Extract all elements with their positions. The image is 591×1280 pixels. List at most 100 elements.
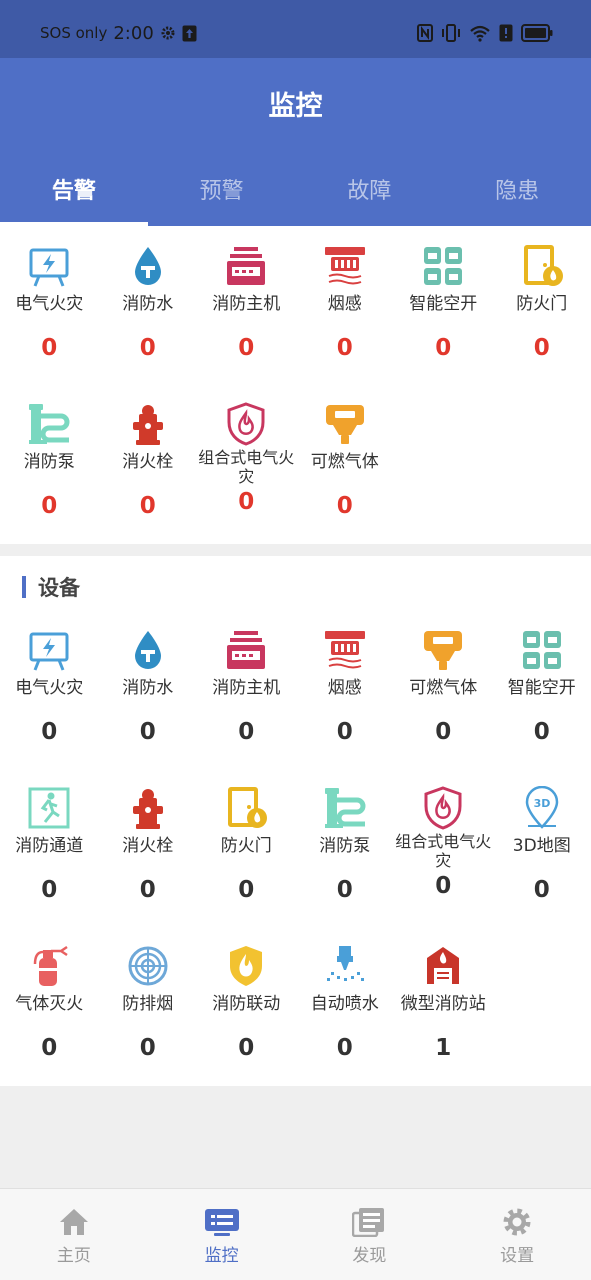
item-label: 电气火灾 xyxy=(15,678,84,698)
nav-home[interactable]: 主页 xyxy=(0,1189,148,1280)
smart-switch-icon xyxy=(520,628,564,672)
item-label: 组合式电气火灾 xyxy=(198,448,295,486)
device_items-item[interactable]: 防排烟 0 xyxy=(99,944,198,1062)
item-count: 0 xyxy=(336,719,353,745)
item-label: 消防主机 xyxy=(212,678,281,698)
hydrant-icon xyxy=(126,402,170,446)
status-bar: SOS only 2:00 xyxy=(0,0,591,58)
smart-switch-icon xyxy=(421,244,465,288)
alert-icon xyxy=(499,24,513,42)
alarm_items-item[interactable]: 消防主机 0 xyxy=(197,244,296,362)
device_items-item[interactable]: 3D 3D地图 0 xyxy=(493,785,591,904)
fire-door-icon xyxy=(224,786,268,830)
item-label: 消防水 xyxy=(122,678,174,698)
monitor-tabs: 告警 预警 故障 隐患 xyxy=(0,146,591,226)
alarm_items-item[interactable]: 消防泵 0 xyxy=(0,402,99,520)
alarm_items-item[interactable]: 防火门 0 xyxy=(493,244,591,362)
monitor-icon xyxy=(204,1209,239,1236)
item-label: 消防通道 xyxy=(15,836,84,856)
upload-icon xyxy=(182,25,197,41)
device-section-title: 设备 xyxy=(38,576,80,600)
device_items-item[interactable]: 智能空开 0 xyxy=(493,628,591,746)
fire-exit-icon xyxy=(27,786,71,830)
device_items-item[interactable]: 消火栓 0 xyxy=(99,786,198,904)
tab-alarm[interactable]: 告警 xyxy=(0,146,148,226)
item-count: 0 xyxy=(336,335,353,361)
tab-label: 故障 xyxy=(347,179,392,204)
wifi-icon xyxy=(470,25,490,42)
item-count: 0 xyxy=(238,489,255,515)
smoke-exhaust-icon xyxy=(126,944,170,988)
item-count: 0 xyxy=(238,719,255,745)
alarm_items-item[interactable]: 消防水 0 xyxy=(99,244,198,362)
alarm_items-item[interactable]: 烟感 0 xyxy=(296,244,395,362)
nav-settings[interactable]: 设置 xyxy=(443,1189,591,1280)
fire-door-icon xyxy=(520,244,564,288)
tab-label: 隐患 xyxy=(495,179,540,204)
nav-monitor[interactable]: 监控 xyxy=(148,1189,296,1280)
device_items-item[interactable]: 自动喷水 0 xyxy=(296,944,395,1062)
sprinkler-icon xyxy=(323,944,367,988)
tab-fault[interactable]: 故障 xyxy=(296,146,444,226)
item-label: 防排烟 xyxy=(122,994,174,1014)
alarm_items-item[interactable]: 智能空开 0 xyxy=(394,244,493,362)
item-label: 智能空开 xyxy=(409,294,478,314)
item-label: 消防泵 xyxy=(23,452,75,472)
item-count: 0 xyxy=(435,335,452,361)
item-count: 0 xyxy=(41,493,58,519)
item-count: 0 xyxy=(41,1035,58,1061)
device_items-item[interactable]: 烟感 0 xyxy=(296,628,395,746)
page-title: 监控 xyxy=(268,91,323,122)
nav-label: 发现 xyxy=(352,1246,387,1266)
nav-label: 监控 xyxy=(204,1246,239,1266)
item-label: 防火门 xyxy=(220,836,272,856)
item-label: 消防泵 xyxy=(319,836,371,856)
item-label: 可燃气体 xyxy=(310,452,379,472)
alarm_items-item[interactable]: 组合式电气火灾 0 xyxy=(197,402,296,516)
item-label: 烟感 xyxy=(327,294,362,314)
gas-extinguisher-icon xyxy=(27,944,71,988)
item-label: 可燃气体 xyxy=(409,678,478,698)
device_items-item[interactable]: 可燃气体 0 xyxy=(394,628,493,746)
item-label: 智能空开 xyxy=(507,678,576,698)
device_items-item[interactable]: 消防通道 0 xyxy=(0,786,99,904)
tab-warning[interactable]: 预警 xyxy=(148,146,296,226)
item-count: 1 xyxy=(435,1035,452,1061)
fire-linkage-icon xyxy=(224,944,268,988)
item-label: 3D地图 xyxy=(512,836,571,856)
app-header: 监控 xyxy=(0,58,591,146)
device_items-item[interactable]: 气体灭火 0 xyxy=(0,944,99,1062)
item-label: 消火栓 xyxy=(122,836,174,856)
item-count: 0 xyxy=(238,1035,255,1061)
settings-icon xyxy=(503,1208,531,1236)
item-count: 0 xyxy=(435,719,452,745)
item-label: 气体灭火 xyxy=(15,994,84,1014)
tab-label: 预警 xyxy=(199,179,244,204)
mini-fire-station-icon xyxy=(421,944,465,988)
item-count: 0 xyxy=(41,719,58,745)
electric-fire-icon xyxy=(27,628,71,672)
device_items-item[interactable]: 组合式电气火灾 0 xyxy=(394,786,493,900)
device_items-item[interactable]: 微型消防站 1 xyxy=(394,944,493,1062)
combined-fire-icon xyxy=(421,786,465,830)
item-label: 防火门 xyxy=(516,294,568,314)
device_items-item[interactable]: 消防主机 0 xyxy=(197,628,296,746)
item-label: 组合式电气火灾 xyxy=(395,832,492,870)
item-count: 0 xyxy=(41,335,58,361)
fire-water-icon xyxy=(126,244,170,288)
alarm_items-item[interactable]: 可燃气体 0 xyxy=(296,402,395,520)
device-section-header: 设备 xyxy=(22,574,80,600)
device_items-item[interactable]: 防火门 0 xyxy=(197,786,296,904)
nav-discover[interactable]: 发现 xyxy=(296,1189,444,1280)
device_items-item[interactable]: 电气火灾 0 xyxy=(0,628,99,746)
vibrate-icon xyxy=(442,24,460,42)
fire-water-icon xyxy=(126,628,170,672)
alarm_items-item[interactable]: 消火栓 0 xyxy=(99,402,198,520)
item-count: 0 xyxy=(41,877,58,903)
fire-host-icon xyxy=(224,244,268,288)
device_items-item[interactable]: 消防泵 0 xyxy=(296,786,395,904)
tab-hazard[interactable]: 隐患 xyxy=(443,146,591,226)
device_items-item[interactable]: 消防联动 0 xyxy=(197,944,296,1062)
device_items-item[interactable]: 消防水 0 xyxy=(99,628,198,746)
alarm_items-item[interactable]: 电气火灾 0 xyxy=(0,244,99,362)
